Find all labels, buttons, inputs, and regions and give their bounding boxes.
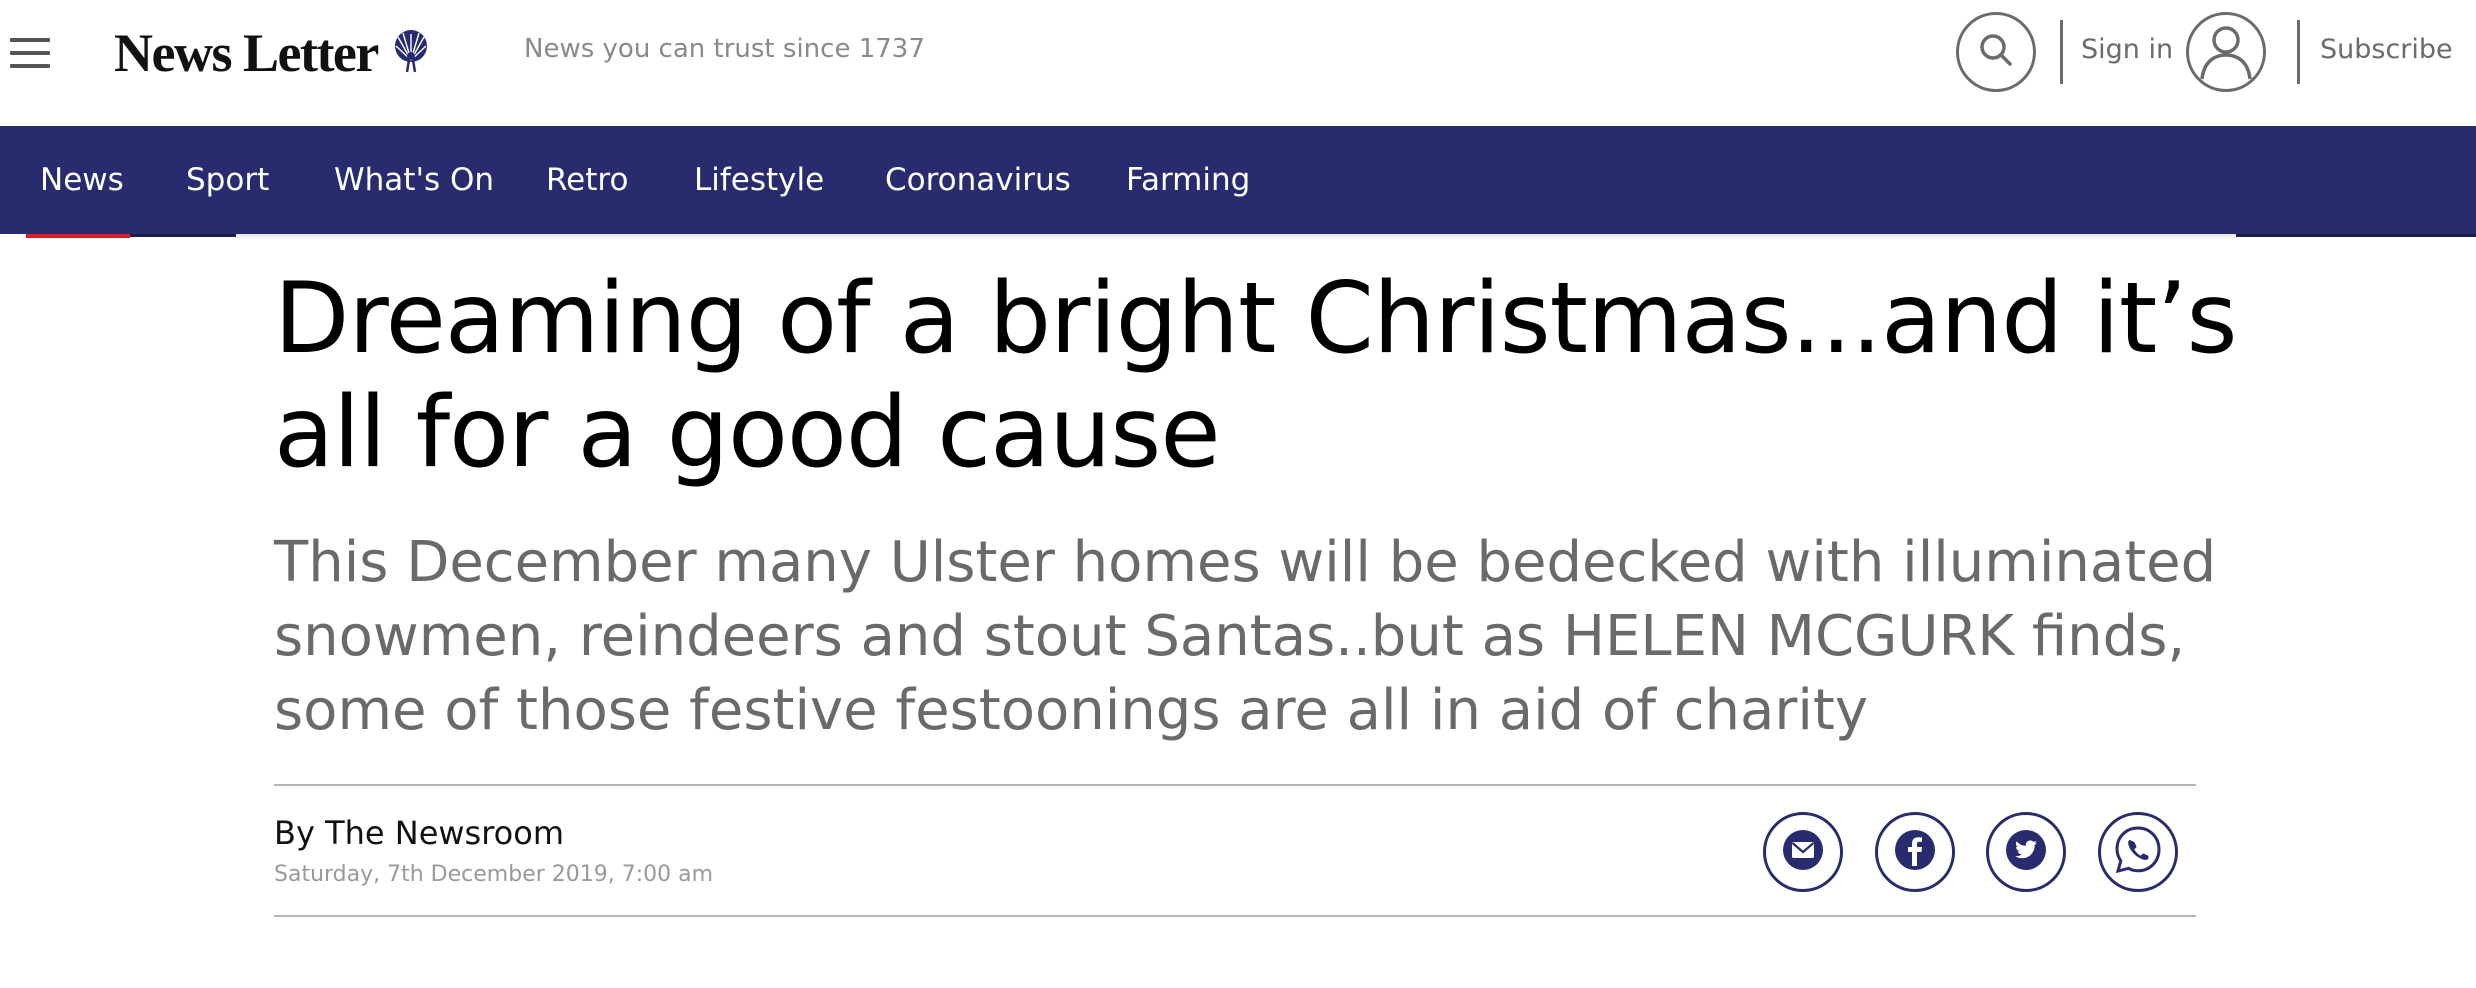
nav-underline-segment <box>2236 234 2476 237</box>
header-divider <box>2297 20 2300 84</box>
logo-text: News Letter <box>114 23 379 83</box>
peacock-icon <box>386 26 436 80</box>
nav-item-farming[interactable]: Farming <box>1126 162 1250 198</box>
menu-bar <box>10 38 50 42</box>
search-button[interactable] <box>1956 12 2036 92</box>
divider <box>274 915 2196 917</box>
twitter-icon <box>2004 828 2048 876</box>
nav-item-whats-on[interactable]: What's On <box>334 162 494 198</box>
email-icon <box>1781 828 1825 876</box>
article-date: Saturday, 7th December 2019, 7:00 am <box>274 862 714 887</box>
article-standfirst: This December many Ulster homes will be … <box>274 530 2217 743</box>
search-icon <box>1976 30 2016 74</box>
nav-underline <box>0 234 2476 240</box>
nav-item-news[interactable]: News <box>40 162 124 198</box>
hamburger-menu-icon[interactable] <box>10 38 50 68</box>
facebook-icon <box>1893 828 1937 876</box>
divider <box>274 784 2196 786</box>
share-twitter-button[interactable] <box>1986 812 2066 892</box>
menu-bar <box>10 64 50 68</box>
nav-item-coronavirus[interactable]: Coronavirus <box>885 162 1071 198</box>
nav-item-retro[interactable]: Retro <box>546 162 628 198</box>
nav-item-sport[interactable]: Sport <box>186 162 269 198</box>
header-divider <box>2060 20 2063 84</box>
site-tagline: News you can trust since 1737 <box>524 34 925 64</box>
article-byline: By The Newsroom <box>274 814 564 852</box>
site-logo[interactable]: News Letter <box>114 20 436 86</box>
main-navigation: News Sport What's On Retro Lifestyle Cor… <box>0 126 2476 234</box>
user-icon <box>2189 15 2263 89</box>
share-email-button[interactable] <box>1763 812 1843 892</box>
account-button[interactable] <box>2186 12 2266 92</box>
whatsapp-icon <box>2110 822 2166 882</box>
site-header: News Letter News you can trust since 173… <box>0 0 2476 126</box>
nav-underline-segment <box>130 234 236 237</box>
share-facebook-button[interactable] <box>1875 812 1955 892</box>
share-whatsapp-button[interactable] <box>2098 812 2178 892</box>
active-nav-indicator <box>26 234 130 238</box>
content-shadow <box>236 234 2236 240</box>
menu-bar <box>10 51 50 55</box>
nav-item-lifestyle[interactable]: Lifestyle <box>694 162 824 198</box>
article-headline: Dreaming of a bright Christmas...and it’… <box>274 262 2238 490</box>
subscribe-link[interactable]: Subscribe <box>2320 34 2453 65</box>
sign-in-link[interactable]: Sign in <box>2081 34 2173 65</box>
